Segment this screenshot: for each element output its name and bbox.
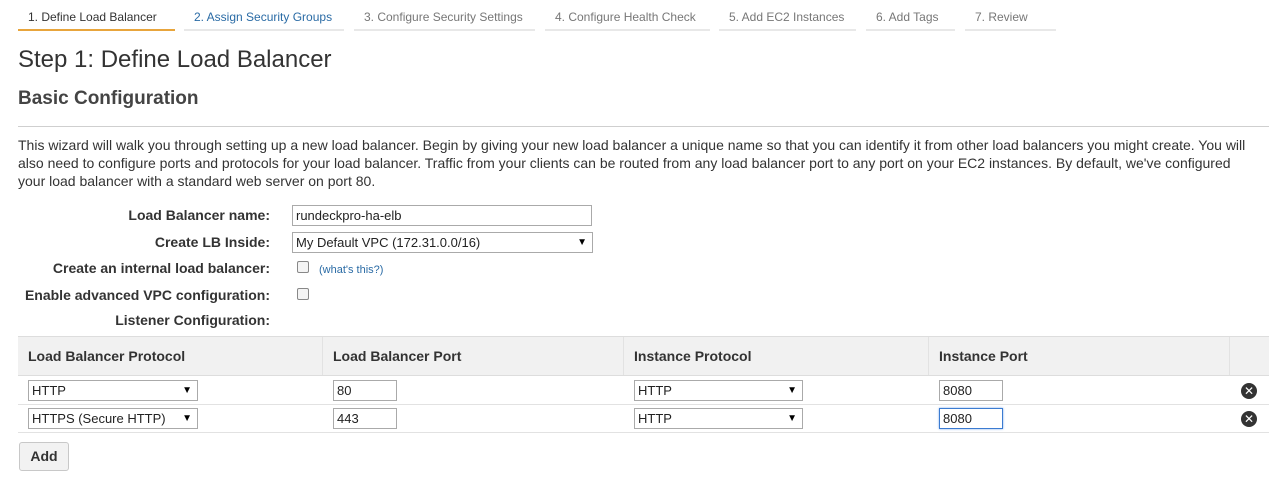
remove-listener-icon[interactable]: ✕ bbox=[1241, 383, 1257, 399]
tab-configure-health-check: 4. Configure Health Check bbox=[545, 9, 710, 31]
tab-add-tags: 6. Add Tags bbox=[866, 9, 955, 31]
tab-review: 7. Review bbox=[965, 9, 1056, 31]
add-listener-button[interactable]: Add bbox=[19, 442, 69, 471]
chevron-down-icon: ▼ bbox=[787, 385, 797, 396]
lb-name-label: Load Balancer name: bbox=[128, 207, 270, 223]
lb-protocol-value: HTTP bbox=[32, 383, 66, 398]
col-lb-port: Load Balancer Port bbox=[322, 337, 623, 375]
listener-configuration-label: Listener Configuration: bbox=[115, 312, 270, 328]
instance-port-input[interactable] bbox=[939, 408, 1003, 429]
instance-protocol-value: HTTP bbox=[638, 383, 672, 398]
lb-protocol-select[interactable]: HTTP ▼ bbox=[28, 380, 198, 401]
tab-define-load-balancer[interactable]: 1. Define Load Balancer bbox=[18, 9, 175, 31]
instance-protocol-select[interactable]: HTTP ▼ bbox=[634, 380, 803, 401]
lb-name-input[interactable] bbox=[292, 205, 592, 226]
tab-configure-security-settings: 3. Configure Security Settings bbox=[354, 9, 535, 31]
internal-lb-label: Create an internal load balancer: bbox=[52, 260, 270, 276]
instance-protocol-value: HTTP bbox=[638, 411, 672, 426]
col-instance-port: Instance Port bbox=[928, 337, 1229, 375]
chevron-down-icon: ▼ bbox=[182, 385, 192, 396]
create-lb-inside-select[interactable]: My Default VPC (172.31.0.0/16) ▼ bbox=[292, 232, 593, 253]
col-instance-protocol: Instance Protocol bbox=[623, 337, 928, 375]
chevron-down-icon: ▼ bbox=[577, 237, 587, 248]
listener-table-header: Load Balancer Protocol Load Balancer Por… bbox=[18, 336, 1269, 376]
row-divider bbox=[18, 404, 1269, 405]
advanced-vpc-label: Enable advanced VPC configuration: bbox=[24, 287, 270, 303]
col-actions bbox=[1229, 337, 1269, 375]
create-lb-inside-label: Create LB Inside: bbox=[154, 234, 270, 250]
advanced-vpc-checkbox[interactable] bbox=[297, 288, 309, 300]
page-title: Step 1: Define Load Balancer bbox=[18, 46, 332, 73]
whats-this-link[interactable]: (what's this?) bbox=[319, 264, 383, 276]
lb-protocol-value: HTTPS (Secure HTTP) bbox=[32, 411, 166, 426]
lb-port-input[interactable] bbox=[333, 380, 397, 401]
tab-assign-security-groups[interactable]: 2. Assign Security Groups bbox=[184, 9, 344, 31]
remove-listener-icon[interactable]: ✕ bbox=[1241, 411, 1257, 427]
tab-add-ec2-instances: 5. Add EC2 Instances bbox=[719, 9, 856, 31]
create-lb-inside-value: My Default VPC (172.31.0.0/16) bbox=[296, 235, 481, 250]
section-title: Basic Configuration bbox=[18, 88, 199, 109]
chevron-down-icon: ▼ bbox=[787, 413, 797, 424]
row-divider bbox=[18, 432, 1269, 433]
lb-port-input[interactable] bbox=[333, 408, 397, 429]
col-lb-protocol: Load Balancer Protocol bbox=[28, 348, 186, 364]
section-divider bbox=[18, 126, 1269, 127]
instance-port-input[interactable] bbox=[939, 380, 1003, 401]
lb-protocol-select[interactable]: HTTPS (Secure HTTP) ▼ bbox=[28, 408, 198, 429]
internal-lb-checkbox[interactable] bbox=[297, 261, 309, 273]
instance-protocol-select[interactable]: HTTP ▼ bbox=[634, 408, 803, 429]
wizard-description: This wizard will walk you through settin… bbox=[18, 137, 1246, 189]
chevron-down-icon: ▼ bbox=[182, 413, 192, 424]
